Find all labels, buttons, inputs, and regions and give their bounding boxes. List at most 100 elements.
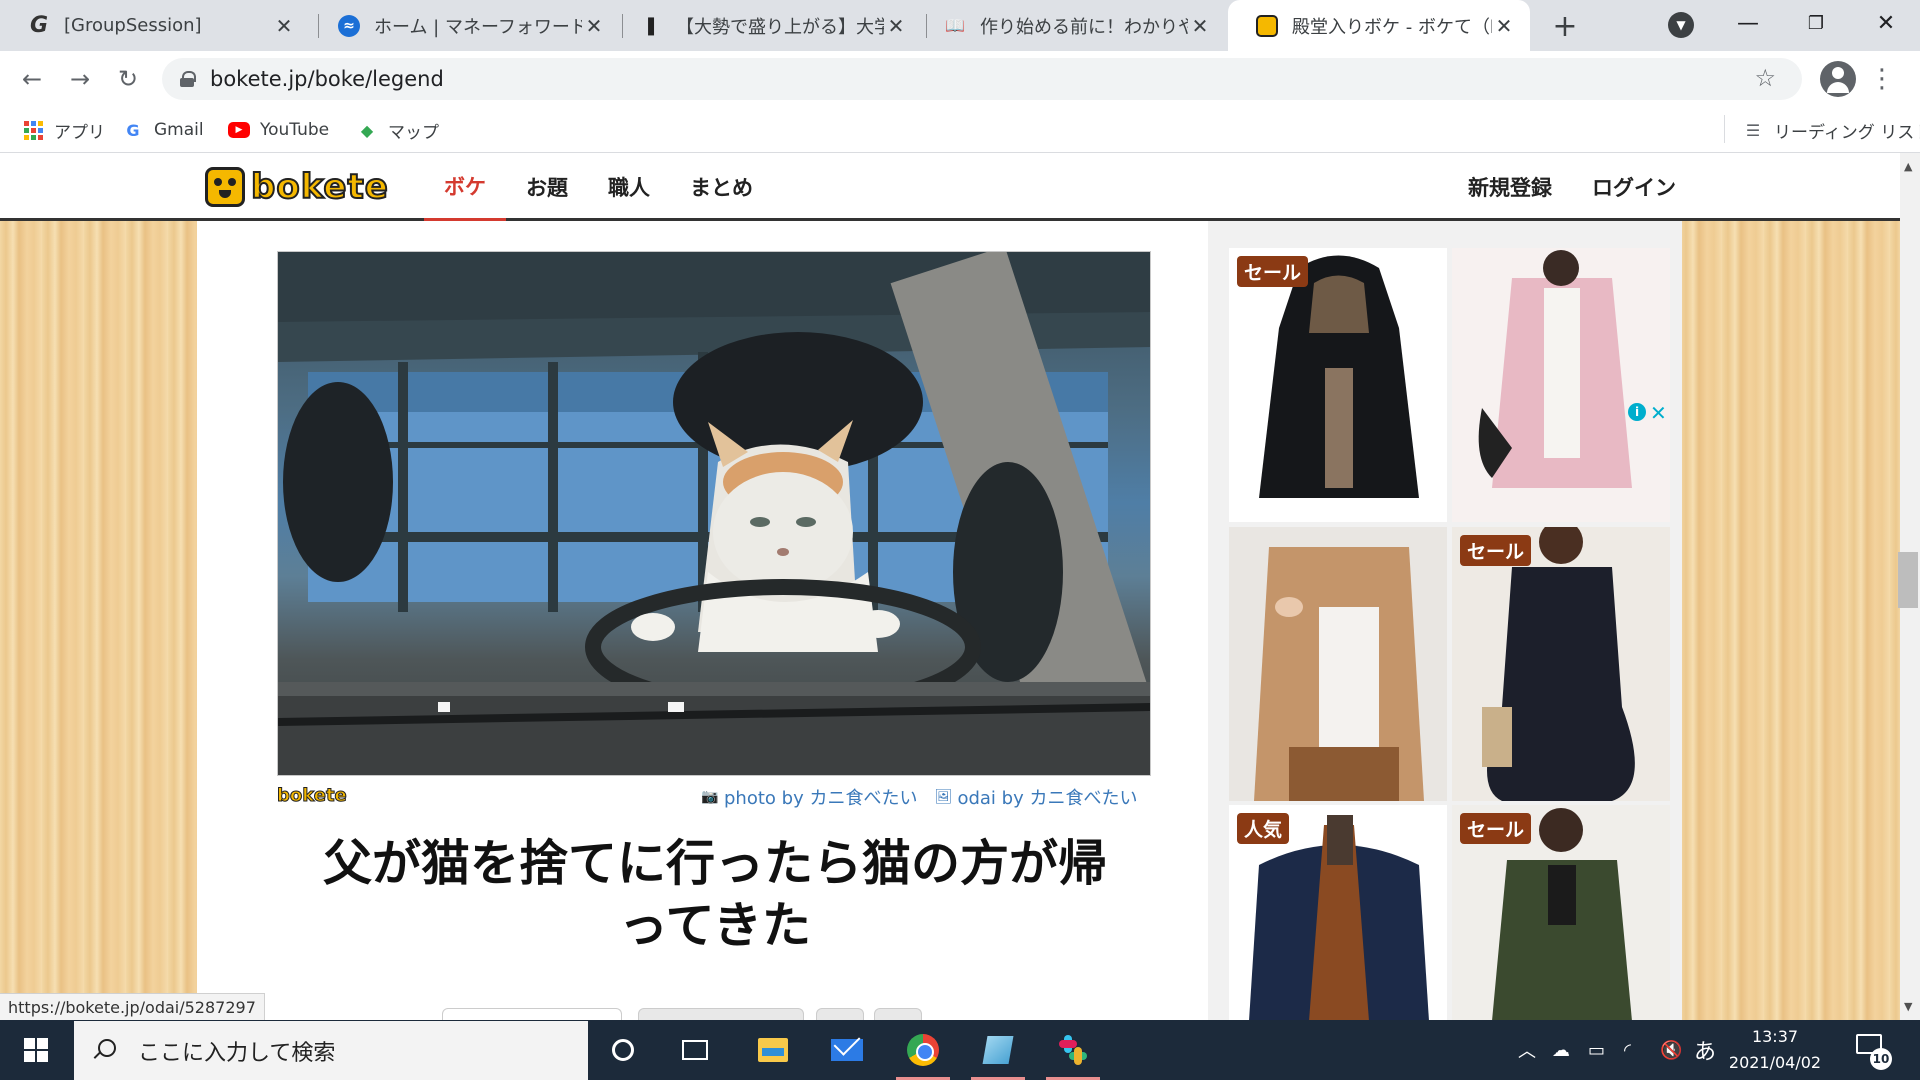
bookmarks-bar: アプリ G Gmail ▶ YouTube ◆ マップ ☰ リーディング リスト <box>0 107 1920 153</box>
back-arrow-icon[interactable]: ← <box>14 61 50 97</box>
close-icon[interactable]: ✕ <box>1492 14 1516 38</box>
show-hidden-icons-button[interactable]: ︿ <box>1518 1020 1536 1080</box>
maps-icon: ◆ <box>360 120 374 140</box>
scroll-up-arrow-icon[interactable]: ▲ <box>1904 160 1912 173</box>
site-nav: ボケ お題 職人 まとめ <box>424 153 773 221</box>
close-icon[interactable]: ✕ <box>272 14 296 38</box>
action-button[interactable] <box>874 1008 922 1020</box>
bookmark-apps[interactable]: アプリ <box>22 117 105 143</box>
folder-icon <box>758 1038 788 1062</box>
nav-matome[interactable]: まとめ <box>670 153 773 221</box>
tab-tsukurihajimeru[interactable]: 📖 作り始める前に！わかりやすい ✕ <box>916 0 1226 51</box>
action-center-button[interactable]: 10 <box>1856 1034 1892 1070</box>
task-view-button[interactable] <box>660 1020 730 1080</box>
book-icon: 📖 <box>945 16 965 35</box>
battery-icon[interactable]: ▭ <box>1588 1020 1605 1080</box>
tab-bokete[interactable]: 殿堂入りボケ - ボケて（boke ✕ <box>1228 0 1530 51</box>
search-icon <box>92 1038 116 1063</box>
minimize-button[interactable]: — <box>1718 6 1778 40</box>
new-tab-button[interactable]: + <box>1548 9 1582 44</box>
odai-credit-link[interactable]: odai by カニ食べたい <box>957 784 1137 810</box>
url-text: bokete.jp/boke/legend <box>210 67 444 91</box>
ad-item-navy-jacket[interactable]: 人気 <box>1229 805 1447 1020</box>
forward-arrow-icon[interactable]: → <box>62 61 98 97</box>
sale-badge: セール <box>1460 535 1532 566</box>
nav-odai[interactable]: お題 <box>506 153 588 221</box>
taskbar-clock[interactable]: 13:37 2021/04/02 <box>1720 1024 1830 1076</box>
cortana-icon <box>612 1039 634 1061</box>
action-button[interactable] <box>638 1008 804 1020</box>
volume-muted-icon[interactable]: 🔇 <box>1660 1020 1682 1080</box>
google-icon: G <box>126 120 140 140</box>
tab-daigakusei[interactable]: ❚ 【大勢で盛り上がる】大学生に ✕ <box>612 0 922 51</box>
reading-list-label: リーディング リスト <box>1774 122 1920 143</box>
ad-item-pink-cardigan[interactable] <box>1452 248 1670 522</box>
tab-moneyforward[interactable]: ≈ ホーム | マネーフォワード クラウド ✕ <box>310 0 620 51</box>
login-link[interactable]: ログイン <box>1572 153 1696 221</box>
reload-icon[interactable]: ↻ <box>110 61 146 97</box>
more-menu-icon[interactable]: ⋮ <box>1869 61 1895 97</box>
groupsession-icon: G <box>29 13 49 38</box>
wifi-icon[interactable]: ◜ <box>1624 1020 1631 1080</box>
popular-badge: 人気 <box>1237 813 1290 844</box>
odai-photo[interactable] <box>277 251 1151 776</box>
windows-taskbar: ここに入力して検索 ︿ ☁ ▭ ◜ 🔇 あ 13:37 2021/04/02 1… <box>0 1020 1920 1080</box>
ad-info-icon[interactable]: i <box>1628 403 1646 421</box>
action-button[interactable] <box>816 1008 864 1020</box>
tab-groupsession[interactable]: G [GroupSession] ✕ <box>0 0 310 51</box>
image-icon: 🖼 <box>934 789 953 805</box>
ad-close-icon[interactable]: ✕ <box>1650 401 1667 425</box>
nav-shokunin[interactable]: 職人 <box>588 153 670 221</box>
reading-list-button[interactable]: ☰ リーディング リスト <box>1742 117 1920 143</box>
ad-item-black-coat[interactable]: セール <box>1229 248 1447 522</box>
bookmark-youtube[interactable]: ▶ YouTube <box>228 117 329 143</box>
bookmark-maps[interactable]: ◆ マップ <box>356 117 439 143</box>
close-icon[interactable]: ✕ <box>884 14 908 38</box>
tab-title: 【大勢で盛り上がる】大学生に <box>676 16 884 38</box>
taskbar-search[interactable]: ここに入力して検索 <box>74 1021 588 1080</box>
photo-credit-link[interactable]: photo by カニ食べたい <box>724 784 917 810</box>
navy-dress-image <box>1452 527 1670 801</box>
file-explorer-button[interactable] <box>738 1020 808 1080</box>
bokete-mini-logo[interactable]: bokete <box>277 785 348 807</box>
close-icon[interactable]: ✕ <box>582 14 606 38</box>
cortana-button[interactable] <box>588 1020 658 1080</box>
chrome-button[interactable] <box>888 1020 958 1080</box>
start-button[interactable] <box>0 1020 72 1080</box>
windows-logo-icon <box>24 1038 48 1062</box>
bookmark-label: アプリ <box>54 122 105 143</box>
window-close-button[interactable]: ✕ <box>1856 6 1916 40</box>
notepad-button[interactable] <box>963 1020 1033 1080</box>
bookmark-gmail[interactable]: G Gmail <box>122 117 203 143</box>
photo-credits: 📷 photo by カニ食べたい 🖼 odai by カニ食べたい <box>700 785 1137 809</box>
nav-boke[interactable]: ボケ <box>424 153 506 221</box>
close-icon[interactable]: ✕ <box>1188 14 1212 38</box>
action-button[interactable] <box>442 1008 622 1020</box>
tab-strip: G [GroupSession] ✕ ≈ ホーム | マネーフォワード クラウド… <box>0 0 1920 51</box>
restore-button[interactable]: ❐ <box>1786 6 1846 40</box>
scroll-thumb[interactable] <box>1898 552 1918 608</box>
bookmark-label: YouTube <box>260 120 330 140</box>
ad-item-green-coat[interactable]: セール <box>1452 805 1670 1020</box>
boke-text: 父が猫を捨てに行ったら猫の方が帰ってきた <box>322 835 1107 954</box>
tab-search-icon[interactable]: ▼ <box>1668 12 1694 38</box>
mail-button[interactable] <box>812 1020 882 1080</box>
tab-title: [GroupSession] <box>64 15 202 36</box>
scroll-down-arrow-icon[interactable]: ▼ <box>1904 1000 1912 1013</box>
slack-icon <box>1058 1035 1088 1065</box>
bookmark-star-icon[interactable]: ☆ <box>1754 64 1776 92</box>
profile-avatar-icon[interactable] <box>1820 61 1856 97</box>
lock-icon[interactable] <box>180 71 196 87</box>
ad-item-navy-dress[interactable]: セール <box>1452 527 1670 801</box>
reading-list-icon: ☰ <box>1745 120 1761 140</box>
ime-indicator[interactable]: あ <box>1694 1020 1716 1080</box>
sale-badge: セール <box>1460 813 1532 844</box>
signup-link[interactable]: 新規登録 <box>1448 153 1572 221</box>
bokete-icon <box>1256 14 1278 37</box>
address-bar[interactable]: bokete.jp/boke/legend ☆ <box>162 58 1802 100</box>
clock-date: 2021/04/02 <box>1728 1053 1822 1072</box>
bokete-logo[interactable]: bokete <box>205 166 389 208</box>
ad-item-camel-cardigan[interactable] <box>1229 527 1447 801</box>
onedrive-icon[interactable]: ☁ <box>1552 1020 1570 1080</box>
slack-button[interactable] <box>1038 1020 1108 1080</box>
